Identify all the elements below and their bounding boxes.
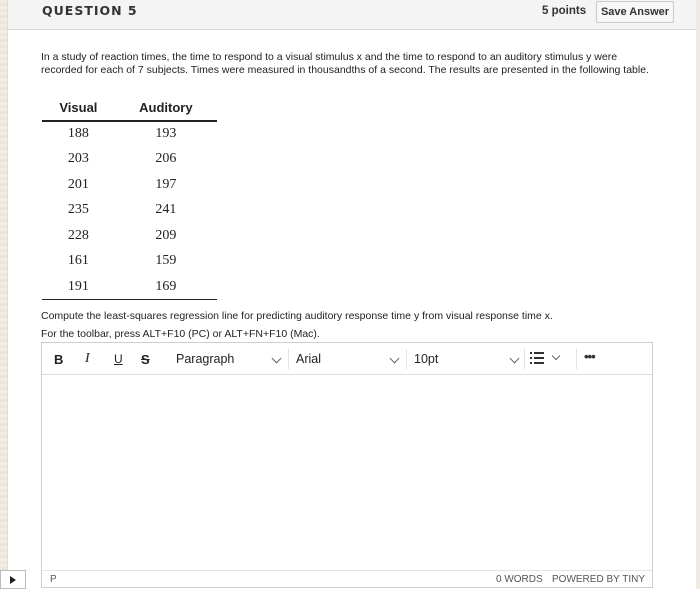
cell-auditory: 169 — [114, 274, 217, 300]
question-header: QUESTION 5 5 points Save Answer — [8, 0, 696, 30]
cell-visual: 191 — [42, 274, 115, 300]
toolbar-divider — [288, 349, 289, 369]
font-size-value: 10pt — [414, 352, 439, 366]
more-options-button[interactable]: ••• — [584, 349, 602, 369]
table-row: 228 209 — [42, 223, 217, 249]
cell-visual: 201 — [67, 176, 89, 192]
font-family-value: Arial — [296, 352, 322, 366]
toolbar-divider — [406, 349, 407, 369]
left-margin-stripe — [0, 0, 8, 589]
bullet-list-button[interactable] — [530, 349, 570, 369]
block-format-value: Paragraph — [176, 352, 235, 366]
word-count: 0 WORDS — [496, 574, 543, 585]
bold-button[interactable]: B — [54, 349, 63, 369]
chevron-down-icon — [389, 353, 400, 364]
font-family-dropdown[interactable]: Arial — [296, 346, 400, 372]
cell-visual: 161 — [67, 253, 89, 269]
table-row: 188 193 — [42, 121, 217, 147]
rich-text-editor: B I U S Paragraph Arial 10pt ••• P 0 WOR… — [41, 342, 653, 588]
table-row: 191 169 — [42, 274, 217, 300]
question-prompt: Compute the least-squares regression lin… — [41, 310, 553, 322]
table-row: 161 159 — [42, 249, 217, 275]
element-path[interactable]: P — [50, 574, 57, 585]
table-row: 235 241 — [42, 198, 217, 224]
play-icon — [10, 576, 16, 584]
table-header-row: Visual Auditory — [42, 94, 217, 122]
question-title: QUESTION 5 — [42, 3, 138, 18]
chevron-down-icon — [509, 353, 520, 364]
font-size-dropdown[interactable]: 10pt — [414, 346, 520, 372]
question-text: In a study of reaction times, the time t… — [41, 51, 649, 76]
column-header-auditory: Auditory — [114, 94, 217, 122]
column-header-visual: Visual — [42, 94, 115, 122]
cell-auditory: 209 — [155, 227, 177, 243]
save-answer-button[interactable]: Save Answer — [596, 1, 674, 23]
right-margin-stripe — [696, 0, 700, 589]
toolbar-hint: For the toolbar, press ALT+F10 (PC) or A… — [41, 328, 320, 340]
strikethrough-button[interactable]: S — [141, 349, 150, 369]
editor-statusbar: P 0 WORDS POWERED BY TINY — [42, 570, 652, 588]
underline-button[interactable]: U — [114, 349, 123, 369]
cell-auditory: 193 — [155, 126, 177, 142]
cell-auditory: 241 — [155, 202, 177, 218]
cell-visual: 188 — [67, 126, 89, 142]
cell-auditory: 206 — [155, 151, 177, 167]
italic-button[interactable]: I — [85, 349, 90, 369]
block-format-dropdown[interactable]: Paragraph — [176, 346, 282, 372]
cell-visual: 235 — [67, 202, 89, 218]
powered-by-link[interactable]: POWERED BY TINY — [552, 574, 645, 585]
chevron-down-icon — [271, 353, 282, 364]
cell-auditory: 159 — [155, 253, 177, 269]
bullet-list-icon — [530, 352, 544, 364]
cell-auditory: 197 — [155, 176, 177, 192]
reaction-times-table: Visual Auditory 188 193 203 206 201 197 … — [42, 94, 217, 300]
cell-visual: 203 — [67, 151, 89, 167]
toolbar-divider — [524, 349, 525, 369]
media-play-button[interactable] — [0, 570, 26, 589]
editor-content-area[interactable] — [42, 376, 652, 570]
toolbar-divider — [576, 349, 577, 369]
table-row: 201 197 — [42, 172, 217, 198]
points-label: 5 points — [542, 5, 587, 17]
cell-visual: 228 — [67, 227, 89, 243]
chevron-down-icon — [551, 351, 561, 361]
table-row: 203 206 — [42, 147, 217, 173]
editor-toolbar: B I U S Paragraph Arial 10pt ••• — [42, 343, 652, 375]
